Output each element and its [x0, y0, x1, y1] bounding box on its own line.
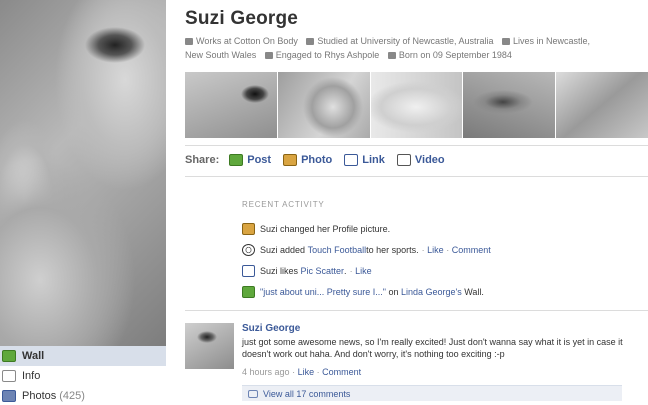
share-item-label: Post — [247, 154, 272, 166]
story-meta: 4 hours ago · Like · Comment — [242, 367, 642, 377]
activity-text-suffix: . — [344, 265, 347, 276]
activity-item: "just about uni... Pretty sure I..." on … — [242, 281, 642, 302]
nav-item-label: Info — [22, 370, 41, 382]
touch-football-link[interactable]: Touch Football — [308, 245, 367, 255]
profile-nav: Wall Info Photos (425) — [0, 346, 166, 405]
nav-item-label: Photos — [22, 390, 57, 402]
share-video-button[interactable]: Video — [396, 154, 445, 166]
activity-text: Suzi changed her Profile picture. — [260, 223, 391, 234]
activity-text-suffix: to her sports. — [366, 244, 419, 255]
briefcase-icon — [185, 38, 193, 46]
info-engaged: Engaged to Rhys Ashpole — [275, 50, 380, 60]
story-author-link[interactable]: Suzi George — [242, 323, 642, 334]
activity-text: Suzi likes — [260, 265, 299, 276]
activity-meta: · Like — [350, 266, 372, 276]
wall-post-icon — [242, 285, 255, 298]
activity-text: on — [385, 286, 401, 297]
story-body: Suzi George just got some awesome news, … — [242, 323, 642, 401]
like-page-icon — [242, 264, 255, 277]
strip-photo[interactable] — [185, 72, 277, 138]
story-text: just got some awesome news, so I'm reall… — [242, 337, 623, 359]
profile-info-line-2: New South Wales Engaged to Rhys Ashpole … — [185, 50, 512, 60]
nav-item-wall[interactable]: Wall — [0, 346, 166, 366]
wall-post-quote-link[interactable]: "just about uni... Pretty sure I..." — [260, 287, 386, 297]
divider — [185, 310, 648, 311]
share-photo-button[interactable]: Photo — [283, 154, 332, 166]
nav-item-info[interactable]: Info — [0, 366, 166, 386]
profile-picture-icon — [242, 222, 255, 235]
linda-george-link[interactable]: Linda George's — [401, 287, 462, 297]
photo-icon — [283, 154, 298, 166]
graduation-cap-icon — [306, 38, 315, 46]
info-lives: Lives in Newcastle, — [513, 36, 591, 46]
info-born: Born on 09 September 1984 — [398, 50, 512, 60]
activity-item: Suzi added Touch Football to her sports.… — [242, 239, 642, 260]
meta-separator: · — [316, 367, 320, 377]
divider — [185, 145, 648, 146]
share-label: Share: — [185, 154, 220, 166]
recent-activity-title: RECENT ACTIVITY — [242, 200, 325, 209]
info-works: Works at Cotton On Body — [196, 36, 298, 46]
info-icon — [2, 370, 16, 382]
activity-item: Suzi likes Pic Scatter. · Like — [242, 260, 642, 281]
story-time[interactable]: 4 hours ago — [242, 367, 290, 377]
pic-scatter-link[interactable]: Pic Scatter — [301, 266, 345, 276]
post-icon — [229, 154, 244, 166]
nav-item-label: Wall — [22, 350, 45, 362]
video-icon — [396, 154, 411, 166]
nav-item-photos[interactable]: Photos (425) — [0, 386, 166, 405]
profile-name: Suzi George — [185, 8, 299, 29]
share-item-label: Link — [362, 154, 385, 166]
meta-separator: · — [421, 244, 425, 255]
like-link[interactable]: Like — [427, 245, 444, 255]
info-studied: Studied at University of Newcastle, Aust… — [317, 36, 494, 46]
strip-photo[interactable] — [370, 72, 463, 138]
share-link-button[interactable]: Link — [344, 154, 385, 166]
left-column: Wall Info Photos (425) — [0, 0, 166, 405]
comment-link[interactable]: Comment — [322, 367, 361, 377]
photos-count: (425) — [59, 390, 85, 402]
strip-photo[interactable] — [463, 72, 556, 138]
share-item-label: Video — [414, 154, 445, 166]
profile-info-line-1: Works at Cotton On Body Studied at Unive… — [185, 36, 590, 46]
activity-meta: · Like · Comment — [422, 245, 491, 255]
recent-activity: RECENT ACTIVITY Suzi changed her Profile… — [242, 200, 642, 302]
strip-photo[interactable] — [556, 72, 648, 138]
view-all-comments-button[interactable]: View all 17 comments — [242, 385, 622, 401]
meta-separator: · — [292, 367, 296, 377]
like-link[interactable]: Like — [298, 367, 315, 377]
meta-separator: · — [446, 244, 450, 255]
wall-icon — [2, 350, 16, 362]
calendar-icon — [387, 52, 396, 60]
info-lives-region: New South Wales — [185, 50, 257, 60]
activity-item: Suzi changed her Profile picture. — [242, 218, 642, 239]
activity-text: Suzi added — [260, 244, 306, 255]
profile-photo[interactable] — [0, 0, 166, 346]
comment-link[interactable]: Comment — [452, 245, 491, 255]
photo-strip — [185, 72, 648, 138]
share-bar: Share: Post Photo Link Video — [185, 154, 457, 166]
link-icon — [344, 154, 359, 166]
view-all-comments-label: View all 17 comments — [263, 388, 351, 399]
strip-photo[interactable] — [277, 72, 370, 138]
share-item-label: Photo — [301, 154, 333, 166]
comment-bubble-icon — [248, 389, 258, 398]
divider — [185, 176, 648, 177]
house-icon — [502, 38, 511, 46]
avatar[interactable] — [185, 323, 234, 369]
activity-text-suffix: Wall. — [461, 286, 484, 297]
photos-icon — [2, 390, 16, 402]
meta-separator: · — [349, 265, 353, 276]
heart-icon — [264, 52, 273, 60]
sports-ball-icon — [242, 243, 255, 256]
share-post-button[interactable]: Post — [229, 154, 271, 166]
like-link[interactable]: Like — [355, 266, 372, 276]
